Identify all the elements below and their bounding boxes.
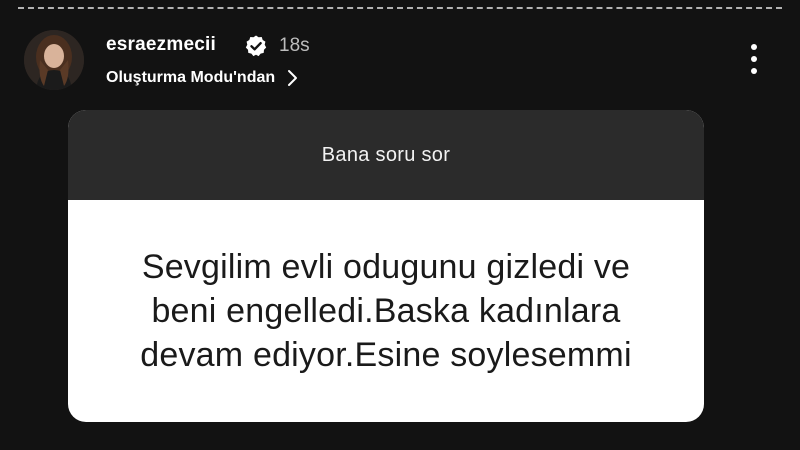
username[interactable]: esraezmecii (106, 33, 216, 57)
create-mode-link[interactable]: Oluşturma Modu'ndan (106, 67, 299, 89)
story-progress-bar (18, 7, 782, 9)
create-mode-label: Oluşturma Modu'ndan (106, 69, 276, 86)
chevron-right-icon (288, 70, 298, 86)
more-vertical-icon[interactable] (742, 40, 766, 80)
answer-line: beni engelledi.Baska kadınlara (151, 292, 621, 330)
question-answer: Sevgilim evli odugunu gizledi ve beni en… (68, 200, 704, 422)
question-prompt: Bana soru sor (68, 110, 704, 200)
answer-line: Sevgilim evli odugunu gizledi ve (141, 248, 631, 286)
story-viewer: esraezmecii 18s Oluşturma Modu'ndan Bana… (0, 0, 800, 450)
answer-line: devam ediyor.Esine soylesemmi (140, 336, 632, 374)
verified-badge-icon (245, 35, 267, 57)
profile-avatar[interactable] (24, 30, 84, 90)
question-sticker: Bana soru sor Sevgilim evli odugunu gizl… (68, 110, 704, 422)
story-timestamp: 18s (279, 35, 310, 56)
